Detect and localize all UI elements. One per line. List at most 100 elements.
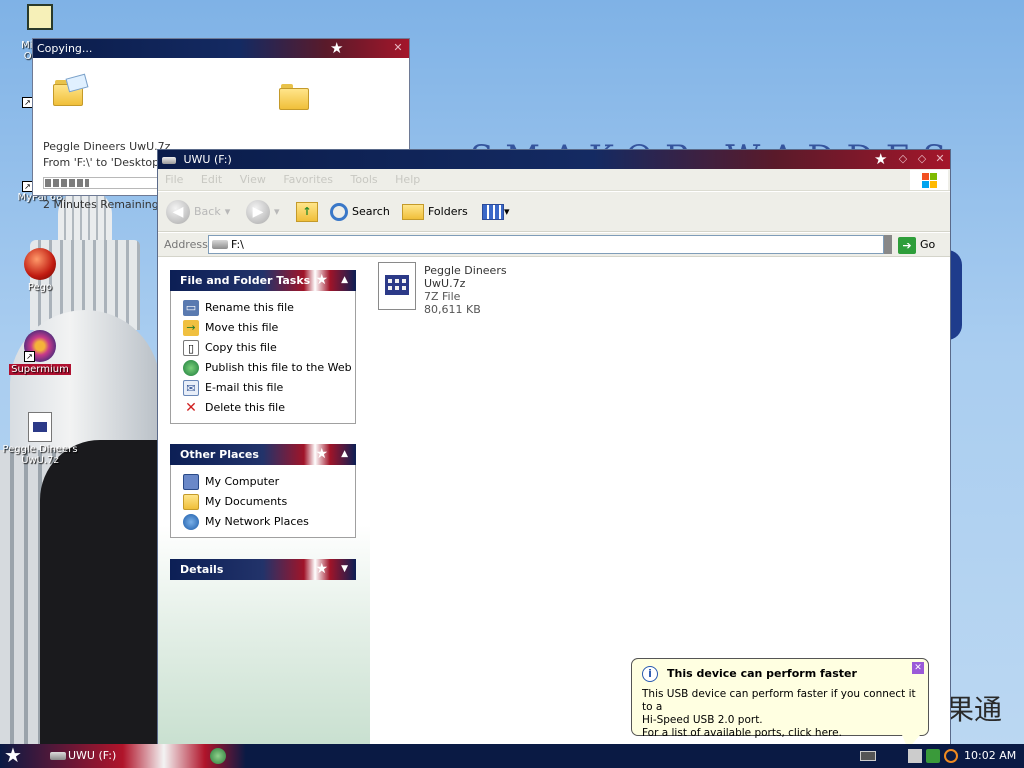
- views-button[interactable]: ▾: [482, 200, 510, 224]
- drive-icon: [212, 240, 228, 249]
- rename-icon: ▭: [183, 300, 199, 316]
- safely-remove-icon[interactable]: [926, 749, 940, 763]
- balloon-title: This device can perform faster: [667, 667, 857, 680]
- desktop-icon-peggle-archive[interactable]: Peggle Dineers UwU.7z: [0, 412, 80, 466]
- drive-icon: [162, 156, 176, 164]
- place-my-computer[interactable]: My Computer: [171, 473, 355, 493]
- copy-icon: ▯: [183, 340, 199, 356]
- balloon-line-2: Hi-Speed USB 2.0 port.: [642, 714, 763, 726]
- explorer-titlebar[interactable]: UWU (F:) ★ ◇ ◇ ✕: [158, 150, 950, 169]
- source-folder-icon: [53, 73, 89, 106]
- network-icon: [183, 514, 199, 530]
- copy-dialog-title: Copying...: [37, 42, 93, 55]
- delete-icon: ✕: [185, 400, 197, 416]
- maximize-icon[interactable]: ◇: [915, 152, 929, 166]
- details-header[interactable]: Details ★ ▼: [170, 559, 356, 580]
- shortcut-arrow-icon: ↗: [24, 351, 35, 362]
- copy-progress-fill: [45, 179, 90, 187]
- star-icon: ★: [315, 446, 328, 462]
- wallpaper-corner-text: 果通: [946, 693, 1003, 726]
- usb-notification-balloon[interactable]: i This device can perform faster ✕ This …: [631, 658, 929, 749]
- task-publish[interactable]: Publish this file to the Web: [171, 359, 355, 379]
- task-email[interactable]: ✉ E-mail this file: [171, 379, 355, 399]
- menu-view[interactable]: View: [233, 169, 273, 190]
- windows-logo-icon: [910, 170, 948, 190]
- details-panel: Details ★ ▼: [170, 559, 356, 580]
- usb-device-icon[interactable]: [908, 749, 922, 763]
- minimize-icon[interactable]: ◇: [896, 152, 910, 166]
- copy-file-name: Peggle Dineers UwU.7z: [43, 140, 171, 153]
- desktop-icon-outlook[interactable]: [0, 4, 80, 32]
- menu-bar: File Edit View Favorites Tools Help: [158, 169, 950, 191]
- system-tray: 10:02 AM: [902, 746, 1024, 766]
- desktop-icon-pego[interactable]: Pego: [0, 248, 80, 293]
- file-type: 7Z File: [424, 290, 461, 303]
- computer-icon: [183, 474, 199, 490]
- desktop-wallpaper-figure: [40, 440, 170, 760]
- search-icon: [330, 203, 348, 221]
- explorer-title: UWU (F:): [183, 153, 232, 166]
- close-icon[interactable]: ✕: [912, 662, 924, 674]
- star-icon: ★: [874, 150, 888, 168]
- taskbar-button-explorer[interactable]: UWU (F:): [48, 746, 198, 766]
- close-icon[interactable]: ✕: [391, 41, 405, 55]
- copy-from-to: From 'F:\' to 'Desktop': [43, 156, 163, 169]
- copy-dialog-titlebar[interactable]: Copying... ★ ✕: [33, 39, 409, 58]
- folders-icon: [402, 204, 424, 220]
- star-icon: ★: [330, 39, 344, 57]
- file-name: Peggle Dineers UwU.7z: [424, 264, 507, 290]
- go-button[interactable]: ➔ Go: [898, 235, 935, 254]
- taskbar: ★ UWU (F:) 10:02 AM: [0, 744, 1024, 768]
- place-my-documents[interactable]: My Documents: [171, 493, 355, 513]
- back-arrow-icon: ◀: [166, 200, 190, 224]
- quicklaunch-globe-icon[interactable]: [210, 748, 226, 764]
- star-icon: ★: [315, 272, 328, 288]
- menu-help[interactable]: Help: [388, 169, 427, 190]
- task-copy[interactable]: ▯ Copy this file: [171, 339, 355, 359]
- collapse-icon[interactable]: ▲: [341, 444, 348, 465]
- menu-tools[interactable]: Tools: [344, 169, 385, 190]
- place-my-network[interactable]: My Network Places: [171, 513, 355, 533]
- folders-button[interactable]: Folders: [402, 200, 468, 224]
- forward-arrow-icon: ▶: [246, 200, 270, 224]
- balloon-line-3[interactable]: For a list of available ports, click her…: [642, 727, 918, 740]
- task-rename[interactable]: ▭ Rename this file: [171, 299, 355, 319]
- address-label: Address: [164, 238, 208, 251]
- address-dropdown[interactable]: [884, 235, 892, 254]
- pego-icon: [24, 248, 56, 280]
- other-places-header[interactable]: Other Places ★ ▲: [170, 444, 356, 465]
- clock[interactable]: 10:02 AM: [964, 746, 1016, 766]
- close-icon[interactable]: ✕: [933, 152, 947, 166]
- desktop-icon-supermium[interactable]: ↗ Supermium: [0, 330, 80, 375]
- collapse-icon[interactable]: ▲: [341, 270, 348, 291]
- search-button[interactable]: Search: [330, 200, 390, 224]
- supermium-icon: ↗: [24, 330, 56, 362]
- explorer-window[interactable]: UWU (F:) ★ ◇ ◇ ✕ File Edit View Favorite…: [157, 149, 951, 745]
- search-icon[interactable]: [944, 749, 958, 763]
- go-arrow-icon: ➔: [898, 236, 916, 254]
- views-icon: [482, 204, 504, 220]
- other-places-panel: Other Places ★ ▲ My Computer My Document…: [170, 444, 356, 538]
- documents-icon: [183, 494, 199, 510]
- star-icon: ★: [315, 561, 328, 577]
- start-button[interactable]: ★: [4, 744, 22, 766]
- menu-edit[interactable]: Edit: [194, 169, 229, 190]
- back-button[interactable]: ◀ Back ▾: [166, 200, 230, 224]
- file-tasks-header[interactable]: File and Folder Tasks ★ ▲: [170, 270, 356, 291]
- forward-button[interactable]: ▶ ▾: [246, 200, 280, 224]
- menu-file[interactable]: File: [158, 169, 190, 190]
- up-folder-button[interactable]: ↑: [296, 200, 318, 224]
- file-item-peggle[interactable]: Peggle Dineers UwU.7z 7Z File 80,611 KB: [378, 262, 538, 316]
- task-move[interactable]: → Move this file: [171, 319, 355, 339]
- task-delete[interactable]: ✕ Delete this file: [171, 399, 355, 419]
- keyboard-icon[interactable]: [860, 751, 876, 761]
- file-size: 80,611 KB: [424, 303, 481, 316]
- address-input[interactable]: F:\: [208, 235, 884, 254]
- copy-remaining: 2 Minutes Remaining: [43, 198, 159, 211]
- expand-icon[interactable]: ▼: [341, 559, 348, 580]
- balloon-line-1: This USB device can perform faster if yo…: [642, 688, 916, 713]
- archive-file-icon: [28, 412, 52, 442]
- menu-favorites[interactable]: Favorites: [276, 169, 340, 190]
- task-pane: File and Folder Tasks ★ ▲ ▭ Rename this f…: [158, 258, 370, 744]
- globe-icon: [183, 360, 199, 376]
